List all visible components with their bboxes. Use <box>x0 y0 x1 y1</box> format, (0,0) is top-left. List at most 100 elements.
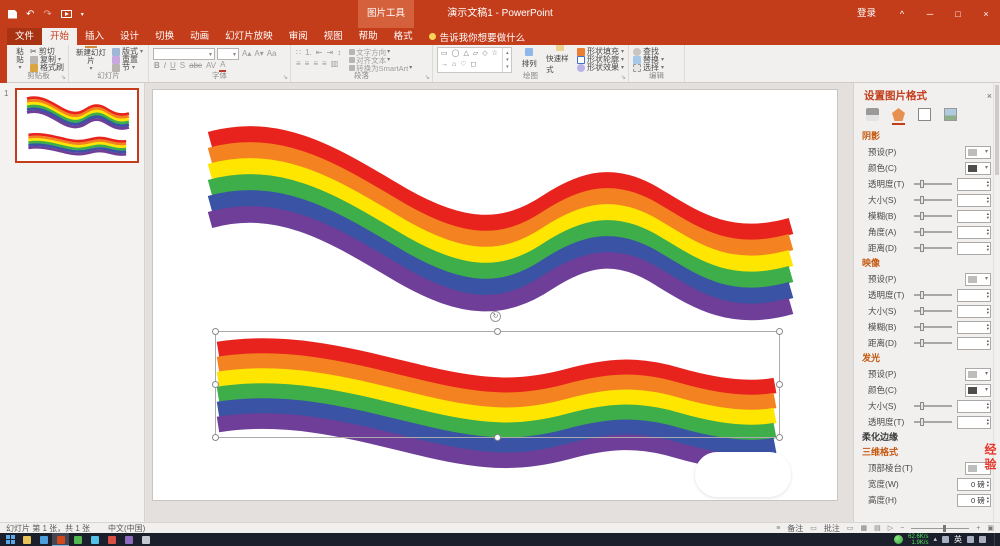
start-button[interactable] <box>2 533 18 546</box>
zoom-out-icon[interactable]: − <box>900 525 904 532</box>
slider[interactable] <box>914 247 952 249</box>
slider-thumb[interactable] <box>920 418 924 426</box>
shape-glyph-5[interactable]: ☆ <box>492 49 498 59</box>
security-ball-icon[interactable] <box>894 535 903 544</box>
save-icon[interactable] <box>8 10 17 19</box>
spin-box[interactable]: ▴▾ <box>957 305 991 318</box>
zoom-slider-thumb[interactable] <box>943 525 946 532</box>
tab-设计[interactable]: 设计 <box>112 28 147 45</box>
fit-to-window-icon[interactable]: ▣ <box>987 524 994 532</box>
taskbar-app-app-gray[interactable] <box>137 533 154 546</box>
slider-thumb[interactable] <box>920 180 924 188</box>
slide[interactable]: ↻ <box>153 90 837 500</box>
selection-handle[interactable] <box>212 328 219 335</box>
shape-glyph-7[interactable]: ⌂ <box>452 60 456 70</box>
rotate-handle[interactable]: ↻ <box>490 311 501 322</box>
spin-box[interactable]: ▴▾ <box>957 226 991 239</box>
taskbar-app-app-cyan[interactable] <box>86 533 103 546</box>
spin-box[interactable]: ▴▾ <box>957 416 991 429</box>
bullets-button[interactable]: ∷ <box>295 48 302 58</box>
color-picker[interactable]: ▾ <box>965 384 991 397</box>
increase-indent-button[interactable]: ⇥ <box>325 48 334 58</box>
tab-插入[interactable]: 插入 <box>77 28 112 45</box>
slider[interactable] <box>914 342 952 344</box>
preset-dropdown[interactable]: ▾ <box>965 146 991 159</box>
pane-tab-size-properties[interactable] <box>918 108 931 125</box>
columns-button[interactable]: ▥ <box>330 59 340 69</box>
slider-thumb[interactable] <box>920 291 924 299</box>
numbering-button[interactable]: 1. <box>304 48 313 58</box>
shape-glyph-1[interactable]: ◯ <box>452 49 460 59</box>
slider-thumb[interactable] <box>920 212 924 220</box>
preset-dropdown[interactable]: ▾ <box>965 273 991 286</box>
slider[interactable] <box>914 294 952 296</box>
pane-section-映像[interactable]: 映像 <box>854 256 1000 271</box>
tell-me-box[interactable]: 告诉我你想要做什么 <box>421 28 534 45</box>
pane-section-柔化边缘[interactable]: 柔化边缘 <box>854 430 1000 445</box>
spin-box[interactable]: ▴▾ <box>957 178 991 191</box>
qat-customize-icon[interactable]: ▾ <box>81 11 84 18</box>
view-reading-icon[interactable]: ▤ <box>874 524 881 532</box>
slider[interactable] <box>914 199 952 201</box>
scrollbar-thumb[interactable] <box>995 85 999 175</box>
selection-box[interactable] <box>215 331 780 438</box>
selection-handle[interactable] <box>212 434 219 441</box>
spin-arrows-icon[interactable]: ▴▾ <box>986 307 990 315</box>
spin-box[interactable]: ▴▾ <box>957 289 991 302</box>
spin-arrows-icon[interactable]: ▴▾ <box>986 402 990 410</box>
font-dialog-launcher-icon[interactable]: ⇘ <box>283 74 288 81</box>
view-slideshow-icon[interactable]: ▷ <box>888 524 893 532</box>
spin-arrows-icon[interactable]: ▴▾ <box>986 291 990 299</box>
line-spacing-button[interactable]: ↕ <box>336 48 342 58</box>
ribbon-display-options-icon[interactable]: ^ <box>888 0 916 28</box>
align-right-button[interactable]: ≡ <box>312 59 319 69</box>
slider[interactable] <box>914 310 952 312</box>
justify-button[interactable]: ≡ <box>321 59 328 69</box>
notes-button[interactable]: 备注 <box>787 523 803 534</box>
shape-glyph-2[interactable]: △ <box>463 49 468 59</box>
clipboard-dialog-launcher-icon[interactable]: ⇘ <box>61 74 66 81</box>
slider-thumb[interactable] <box>920 228 924 236</box>
spin-arrows-icon[interactable]: ▴▾ <box>986 339 990 347</box>
tab-开始[interactable]: 开始 <box>42 28 77 45</box>
font-size-combo[interactable]: ▾ <box>217 48 239 60</box>
pane-section-发光[interactable]: 发光 <box>854 351 1000 366</box>
tab-文件[interactable]: 文件 <box>7 28 42 45</box>
pane-close-icon[interactable]: × <box>987 91 992 101</box>
close-icon[interactable]: × <box>972 0 1000 28</box>
taskbar-app-app-red[interactable] <box>103 533 120 546</box>
pane-tab-picture[interactable] <box>944 108 957 125</box>
selection-handle[interactable] <box>212 381 219 388</box>
slider[interactable] <box>914 183 952 185</box>
view-normal-icon[interactable]: ▭ <box>847 524 854 532</box>
slider-thumb[interactable] <box>920 323 924 331</box>
slider[interactable] <box>914 326 952 328</box>
shape-glyph-9[interactable]: ◻ <box>471 60 477 70</box>
shape-glyph-6[interactable]: → <box>441 60 448 70</box>
spin-arrows-icon[interactable]: ▴▾ <box>986 244 990 252</box>
slider-thumb[interactable] <box>920 307 924 315</box>
tray-icon[interactable] <box>967 536 974 543</box>
decrease-font-size-button[interactable]: A▾ <box>253 49 264 59</box>
taskbar-app-app-green[interactable] <box>69 533 86 546</box>
spin-box[interactable]: ▴▾ <box>957 210 991 223</box>
tab-帮助[interactable]: 帮助 <box>351 28 386 45</box>
shape-glyph-0[interactable]: ▭ <box>441 49 448 59</box>
tray-arrow-icon[interactable]: ▴ <box>933 536 937 543</box>
decrease-indent-button[interactable]: ⇤ <box>315 48 324 58</box>
shape-glyph-4[interactable]: ◇ <box>482 49 487 59</box>
paste-button[interactable]: 粘贴▾ <box>13 47 27 70</box>
pane-section-三维格式[interactable]: 三维格式 <box>854 445 1000 460</box>
spin-arrows-icon[interactable]: ▴▾ <box>986 323 990 331</box>
tab-幻灯片放映[interactable]: 幻灯片放映 <box>217 28 281 45</box>
drawing-dialog-launcher-icon[interactable]: ⇘ <box>621 74 626 81</box>
slider[interactable] <box>914 231 952 233</box>
taskbar-app-explorer[interactable] <box>18 533 35 546</box>
redo-icon[interactable]: ↷ <box>43 9 51 20</box>
font-name-combo[interactable]: ▾ <box>153 48 215 60</box>
start-slideshow-icon[interactable] <box>61 10 72 18</box>
tab-动画[interactable]: 动画 <box>182 28 217 45</box>
spin-box[interactable]: ▴▾ <box>957 194 991 207</box>
spin-box[interactable]: 0 磅▴▾ <box>957 478 991 491</box>
comments-button[interactable]: 批注 <box>824 523 840 534</box>
